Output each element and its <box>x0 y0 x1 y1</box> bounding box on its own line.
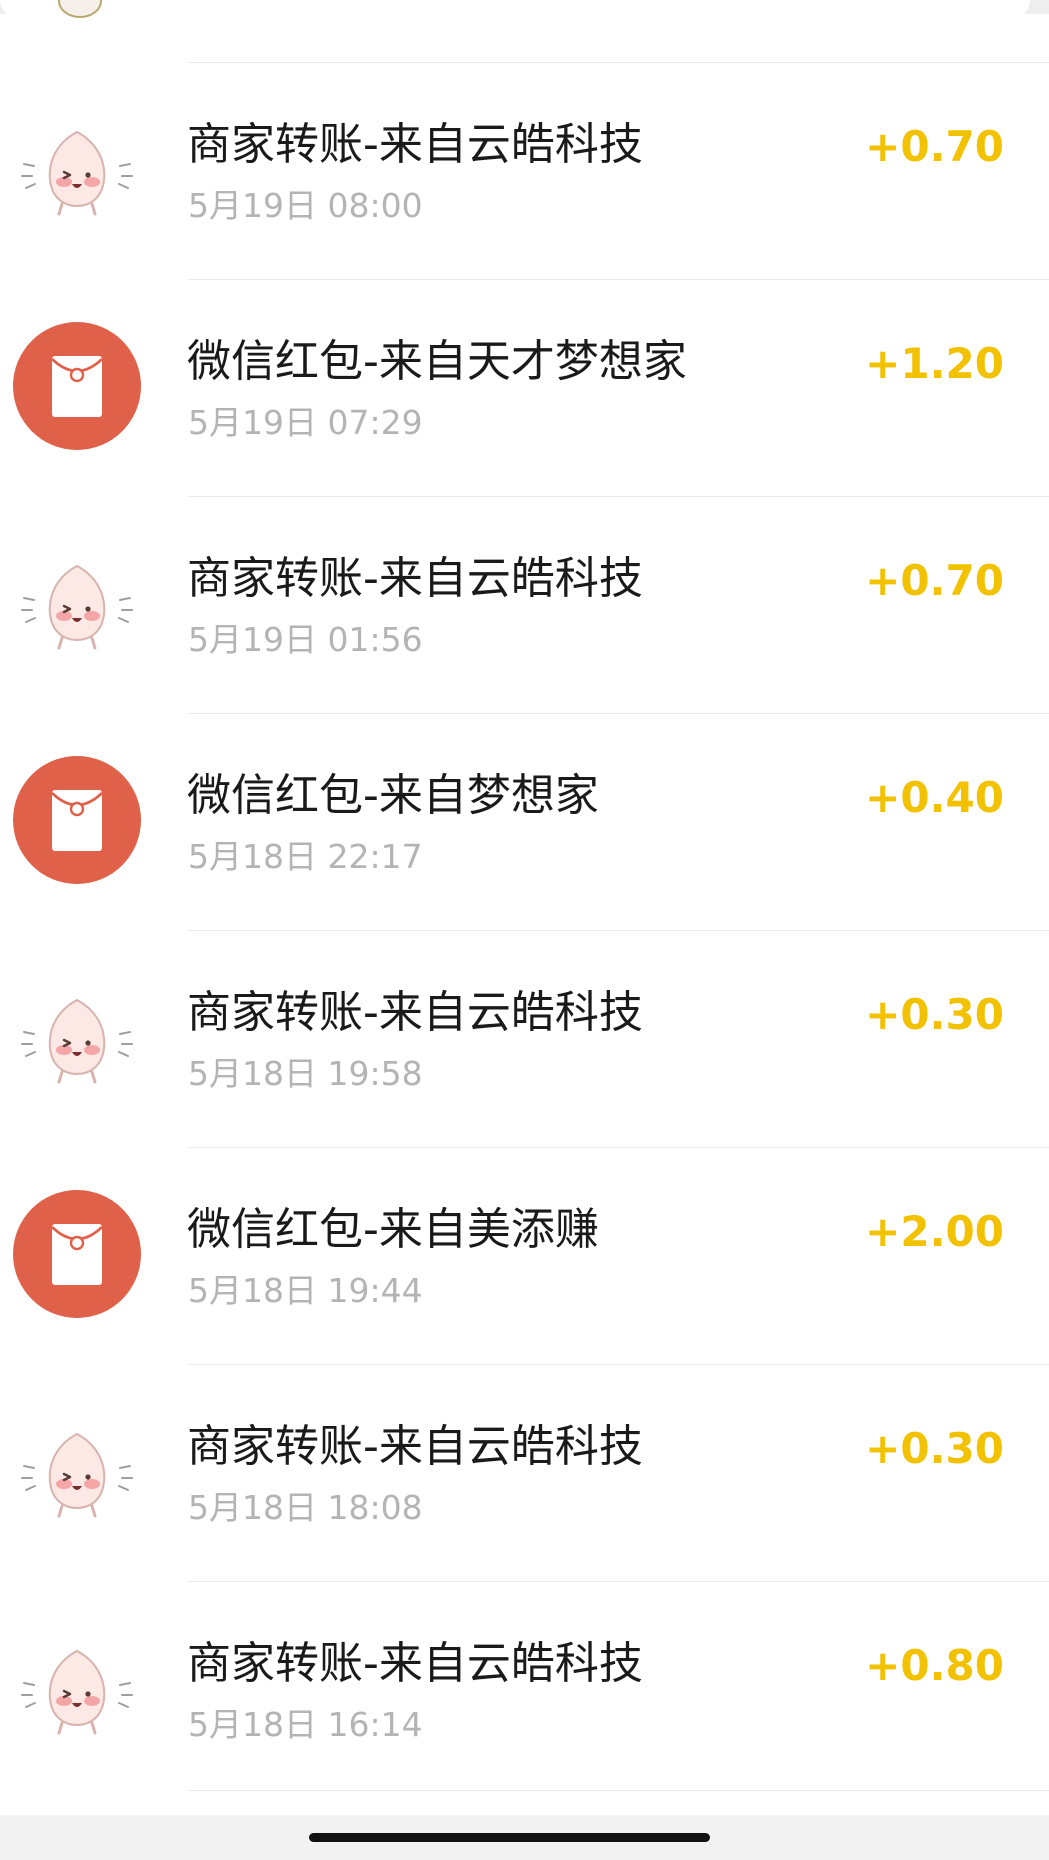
transaction-title: 商家转账-来自云皓科技 <box>187 553 643 604</box>
transaction-time: 5月18日 19:58 <box>188 1054 423 1093</box>
transaction-amount: +0.30 <box>865 990 1004 1039</box>
transaction-time: 5月18日 18:08 <box>188 1488 423 1527</box>
previous-row-partial <box>0 0 1030 18</box>
transaction-title: 微信红包-来自天才梦想家 <box>187 336 687 387</box>
transaction-row[interactable]: 微信红包-来自美添赚 5月18日 19:44 +2.00 <box>0 1148 1049 1364</box>
transaction-title: 商家转账-来自云皓科技 <box>187 987 643 1038</box>
transaction-row[interactable]: 商家转账-来自云皓科技 5月18日 19:58 +0.30 <box>0 931 1049 1147</box>
red-envelope-icon <box>12 755 142 885</box>
red-envelope-icon <box>12 321 142 451</box>
transaction-title: 微信红包-来自梦想家 <box>187 770 599 821</box>
transaction-row[interactable]: 商家转账-来自云皓科技 5月19日 08:00 +0.70 <box>0 63 1049 279</box>
transaction-amount: +0.30 <box>865 1424 1004 1473</box>
transaction-amount: +0.80 <box>865 1641 1004 1690</box>
transaction-amount: +2.00 <box>865 1207 1004 1256</box>
peach-character-icon <box>12 104 142 234</box>
transaction-amount: +0.70 <box>865 556 1004 605</box>
transaction-row[interactable]: 商家转账-来自云皓科技 5月19日 01:56 +0.70 <box>0 497 1049 713</box>
transaction-row[interactable]: 商家转账-来自云皓科技 5月18日 18:08 +0.30 <box>0 1365 1049 1581</box>
peach-character-icon <box>12 1623 142 1753</box>
peach-character-icon <box>12 1406 142 1536</box>
transaction-time: 5月18日 22:17 <box>188 837 423 876</box>
transaction-time: 5月19日 01:56 <box>188 620 423 659</box>
transaction-time: 5月18日 19:44 <box>188 1271 423 1310</box>
red-envelope-icon <box>12 1189 142 1319</box>
transaction-amount: +0.40 <box>865 773 1004 822</box>
transaction-amount: +1.20 <box>865 339 1004 388</box>
transaction-list-screen: 商家转账-来自云皓科技 5月19日 08:00 +0.70 微信红包-来自天才梦… <box>0 0 1049 1860</box>
transaction-row[interactable]: 微信红包-来自梦想家 5月18日 22:17 +0.40 <box>0 714 1049 930</box>
transaction-time: 5月18日 16:14 <box>188 1705 423 1744</box>
transaction-row[interactable]: 商家转账-来自云皓科技 5月18日 16:14 +0.80 <box>0 1582 1049 1798</box>
peach-character-icon <box>12 538 142 668</box>
transaction-time: 5月19日 08:00 <box>188 186 423 225</box>
home-indicator[interactable] <box>309 1833 710 1842</box>
transaction-title: 商家转账-来自云皓科技 <box>187 1638 643 1689</box>
transaction-title: 商家转账-来自云皓科技 <box>187 119 643 170</box>
transaction-row[interactable]: 微信红包-来自天才梦想家 5月19日 07:29 +1.20 <box>0 280 1049 496</box>
transaction-title: 商家转账-来自云皓科技 <box>187 1421 643 1472</box>
transaction-title: 微信红包-来自美添赚 <box>187 1204 599 1255</box>
peach-character-icon <box>12 972 142 1102</box>
transaction-amount: +0.70 <box>865 122 1004 171</box>
transaction-time: 5月19日 07:29 <box>188 403 423 442</box>
row-divider <box>188 1790 1049 1791</box>
